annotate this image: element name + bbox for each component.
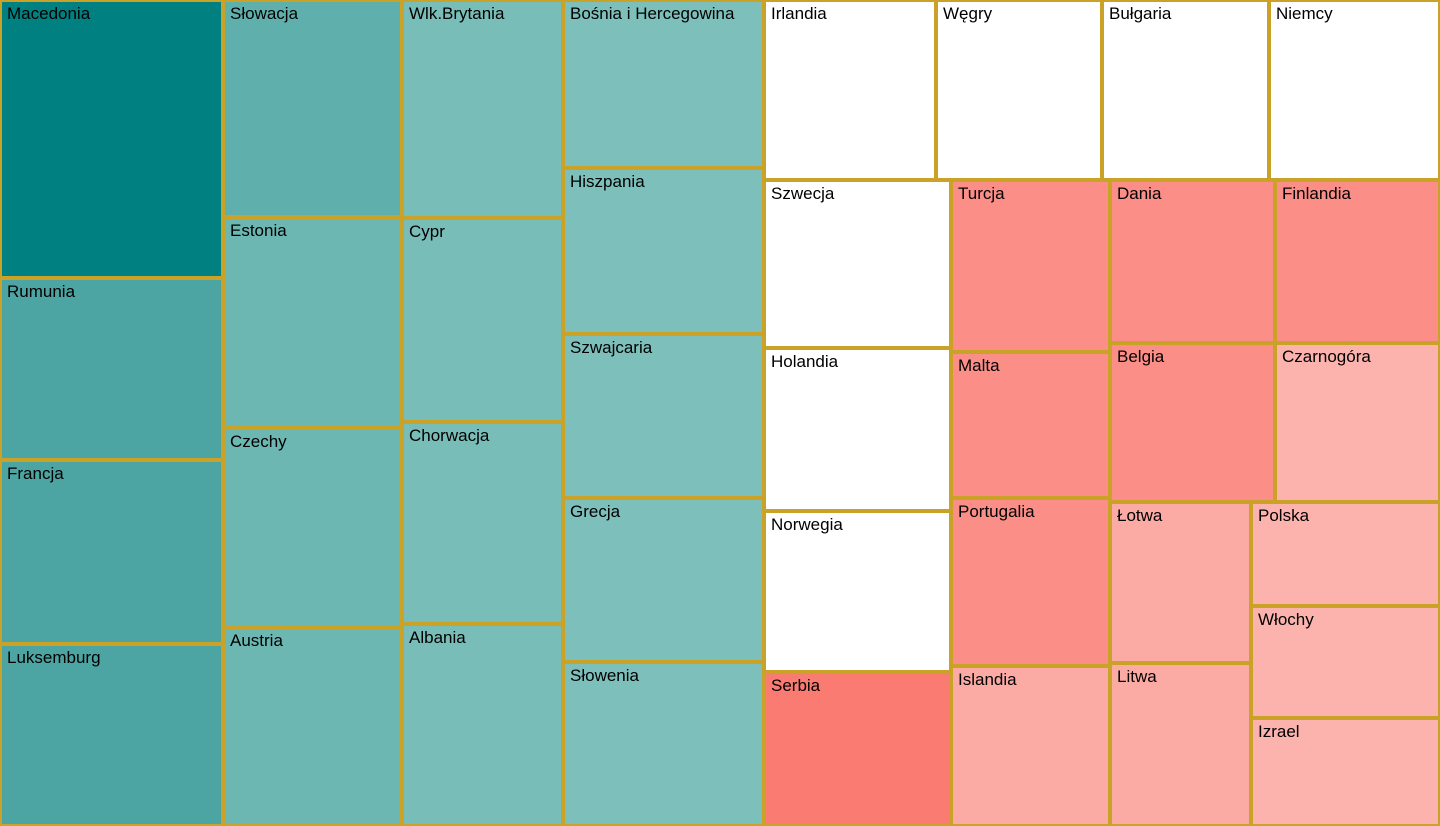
treemap-tile-label: Niemcy xyxy=(1276,4,1333,23)
treemap-tile-label: Dania xyxy=(1117,184,1162,203)
treemap-tile-label: Norwegia xyxy=(771,515,843,534)
treemap-tile-label: Wlk.Brytania xyxy=(409,4,505,23)
treemap-tile[interactable]: Luksemburg xyxy=(0,644,223,826)
treemap-tile-label: Słowacja xyxy=(230,4,299,23)
treemap-tile-label: Polska xyxy=(1258,506,1310,525)
treemap-tile[interactable]: Belgia xyxy=(1110,343,1275,502)
treemap-tile[interactable]: Finlandia xyxy=(1275,180,1440,343)
treemap-tile[interactable]: Włochy xyxy=(1251,606,1440,718)
treemap-tile[interactable]: Niemcy xyxy=(1269,0,1440,180)
treemap-tile[interactable]: Albania xyxy=(402,624,563,826)
treemap-tile-label: Irlandia xyxy=(771,4,827,23)
treemap-tile[interactable]: Turcja xyxy=(951,180,1110,352)
treemap-tile-label: Czechy xyxy=(230,432,287,451)
treemap-tile-label: Austria xyxy=(230,631,283,650)
treemap-tile[interactable]: Węgry xyxy=(936,0,1102,180)
treemap-chart: Macedonia Rumunia Francja Luksemburg Słowacj… xyxy=(0,0,1440,826)
treemap-tile[interactable]: Irlandia xyxy=(764,0,936,180)
treemap-tile-label: Finlandia xyxy=(1282,184,1351,203)
treemap-tile[interactable]: Grecja xyxy=(563,498,764,662)
treemap-tile-label: Litwa xyxy=(1117,667,1157,686)
treemap-tile-label: Bułgaria xyxy=(1109,4,1172,23)
treemap-tile[interactable]: Estonia xyxy=(223,217,402,428)
treemap-tile-label: Szwajcaria xyxy=(570,338,653,357)
treemap-tile[interactable]: Słowenia xyxy=(563,662,764,826)
treemap-tile[interactable]: Serbia xyxy=(764,672,951,826)
treemap-tile-label: Rumunia xyxy=(7,282,76,301)
treemap-tile-label: Czarnogóra xyxy=(1282,347,1371,366)
treemap-tile[interactable]: Czarnogóra xyxy=(1275,343,1440,502)
treemap-tile[interactable]: Holandia xyxy=(764,348,951,511)
treemap-tile-label: Włochy xyxy=(1258,610,1314,629)
treemap-tile-label: Grecja xyxy=(570,502,621,521)
treemap-tile-label: Luksemburg xyxy=(7,648,101,667)
treemap-tile-label: Łotwa xyxy=(1117,506,1163,525)
treemap-tile[interactable]: Izrael xyxy=(1251,718,1440,826)
treemap-tile-label: Albania xyxy=(409,628,466,647)
treemap-tile[interactable]: Malta xyxy=(951,352,1110,498)
treemap-tile-label: Estonia xyxy=(230,221,287,240)
treemap-tile-label: Hiszpania xyxy=(570,172,645,191)
treemap-tile[interactable]: Łotwa xyxy=(1110,502,1251,663)
treemap-tile[interactable]: Austria xyxy=(223,627,402,826)
treemap-tile-label: Malta xyxy=(958,356,1000,375)
treemap-tile[interactable]: Szwecja xyxy=(764,180,951,348)
treemap-tile[interactable]: Bułgaria xyxy=(1102,0,1269,180)
treemap-tile-label: Węgry xyxy=(943,4,993,23)
treemap-tile[interactable]: Hiszpania xyxy=(563,168,764,334)
treemap-tile-label: Francja xyxy=(7,464,64,483)
treemap-tile[interactable]: Słowacja xyxy=(223,0,402,217)
treemap-tile[interactable]: Macedonia xyxy=(0,0,223,278)
treemap-tile-label: Holandia xyxy=(771,352,839,371)
treemap-tile[interactable]: Dania xyxy=(1110,180,1275,343)
treemap-tile-label: Bośnia i Hercegowina xyxy=(570,4,735,23)
treemap-tile[interactable]: Francja xyxy=(0,460,223,644)
treemap-tile-label: Izrael xyxy=(1258,722,1300,741)
treemap-tile[interactable]: Cypr xyxy=(402,218,563,422)
treemap-tile[interactable]: Chorwacja xyxy=(402,422,563,624)
treemap-tile-label: Chorwacja xyxy=(409,426,490,445)
treemap-tile-label: Belgia xyxy=(1117,347,1165,366)
treemap-tile[interactable]: Wlk.Brytania xyxy=(402,0,563,218)
treemap-tile[interactable]: Norwegia xyxy=(764,511,951,672)
treemap-tile[interactable]: Polska xyxy=(1251,502,1440,606)
treemap-tile[interactable]: Czechy xyxy=(223,428,402,627)
treemap-tile-label: Macedonia xyxy=(7,4,91,23)
treemap-tile-label: Cypr xyxy=(409,222,445,241)
treemap-tile[interactable]: Islandia xyxy=(951,666,1110,826)
treemap-tile[interactable]: Rumunia xyxy=(0,278,223,460)
treemap-tile[interactable]: Bośnia i Hercegowina xyxy=(563,0,764,168)
treemap-tile-label: Szwecja xyxy=(771,184,835,203)
treemap-tile[interactable]: Portugalia xyxy=(951,498,1110,666)
treemap-tile-label: Słowenia xyxy=(570,666,639,685)
treemap-tile-label: Turcja xyxy=(958,184,1005,203)
treemap-tile-label: Serbia xyxy=(771,676,821,695)
treemap-tile-label: Portugalia xyxy=(958,502,1035,521)
treemap-tile[interactable]: Szwajcaria xyxy=(563,334,764,498)
treemap-tile-label: Islandia xyxy=(958,670,1017,689)
treemap-tile[interactable]: Litwa xyxy=(1110,663,1251,826)
